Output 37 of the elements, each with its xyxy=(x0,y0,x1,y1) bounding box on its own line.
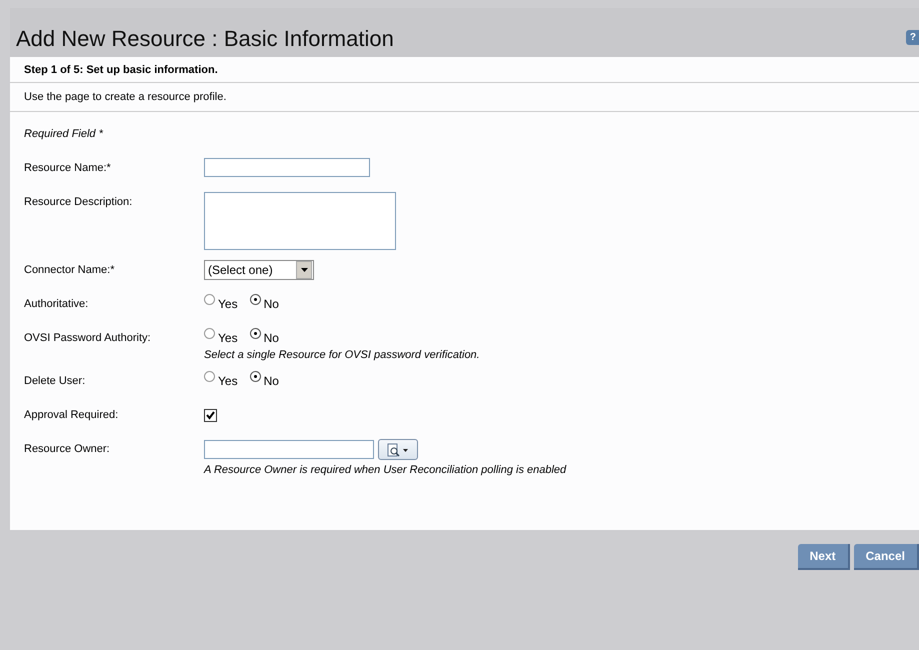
radio-button[interactable] xyxy=(250,328,261,339)
field-label: Resource Owner: xyxy=(24,442,111,457)
field-label: Resource Description: xyxy=(24,195,134,210)
resource-name-field[interactable] xyxy=(204,158,370,177)
radio-label: No xyxy=(264,374,279,388)
page-title: Add New Resource : Basic Information xyxy=(16,26,394,52)
required-note: Required Field * xyxy=(23,127,104,142)
next-button[interactable]: Next xyxy=(798,544,850,570)
field-note: Select a single Resource for OVSI password verification. xyxy=(204,349,481,361)
connector-dropdown[interactable]: (Select one) xyxy=(204,260,314,280)
radio-label: Yes xyxy=(218,331,238,345)
radio-button[interactable] xyxy=(204,294,215,305)
help-button[interactable]: ? xyxy=(906,30,919,45)
field-label: OVSI Password Authority: xyxy=(24,331,152,346)
radio-button[interactable] xyxy=(250,371,261,382)
field-note: A Resource Owner is required when User Reconciliation polling is enabled xyxy=(204,464,568,476)
radio-label: No xyxy=(264,297,279,311)
field-label: Resource Name:* xyxy=(24,161,112,176)
field-label: Delete User: xyxy=(24,374,86,389)
lookup-button[interactable] xyxy=(378,439,418,460)
field-label: Approval Required: xyxy=(24,408,120,423)
radio-label: Yes xyxy=(218,374,238,388)
resource-owner-field[interactable] xyxy=(204,440,374,459)
radio-button[interactable] xyxy=(204,371,215,382)
field-label: Connector Name:* xyxy=(24,263,116,278)
dropdown-arrow-icon xyxy=(300,268,308,272)
intro-text: Use the page to create a resource profile. xyxy=(10,83,919,112)
description-field[interactable] xyxy=(204,192,396,250)
radio-label: Yes xyxy=(218,297,238,311)
checkbox[interactable] xyxy=(204,409,217,422)
magnifier-page-icon xyxy=(387,442,409,456)
radio-label: No xyxy=(264,331,279,345)
radio-button[interactable] xyxy=(250,294,261,305)
step-heading: Step 1 of 5: Set up basic information. xyxy=(10,57,919,83)
radio-button[interactable] xyxy=(204,328,215,339)
cancel-button[interactable]: Cancel xyxy=(854,544,919,570)
field-label: Authoritative: xyxy=(24,297,90,312)
